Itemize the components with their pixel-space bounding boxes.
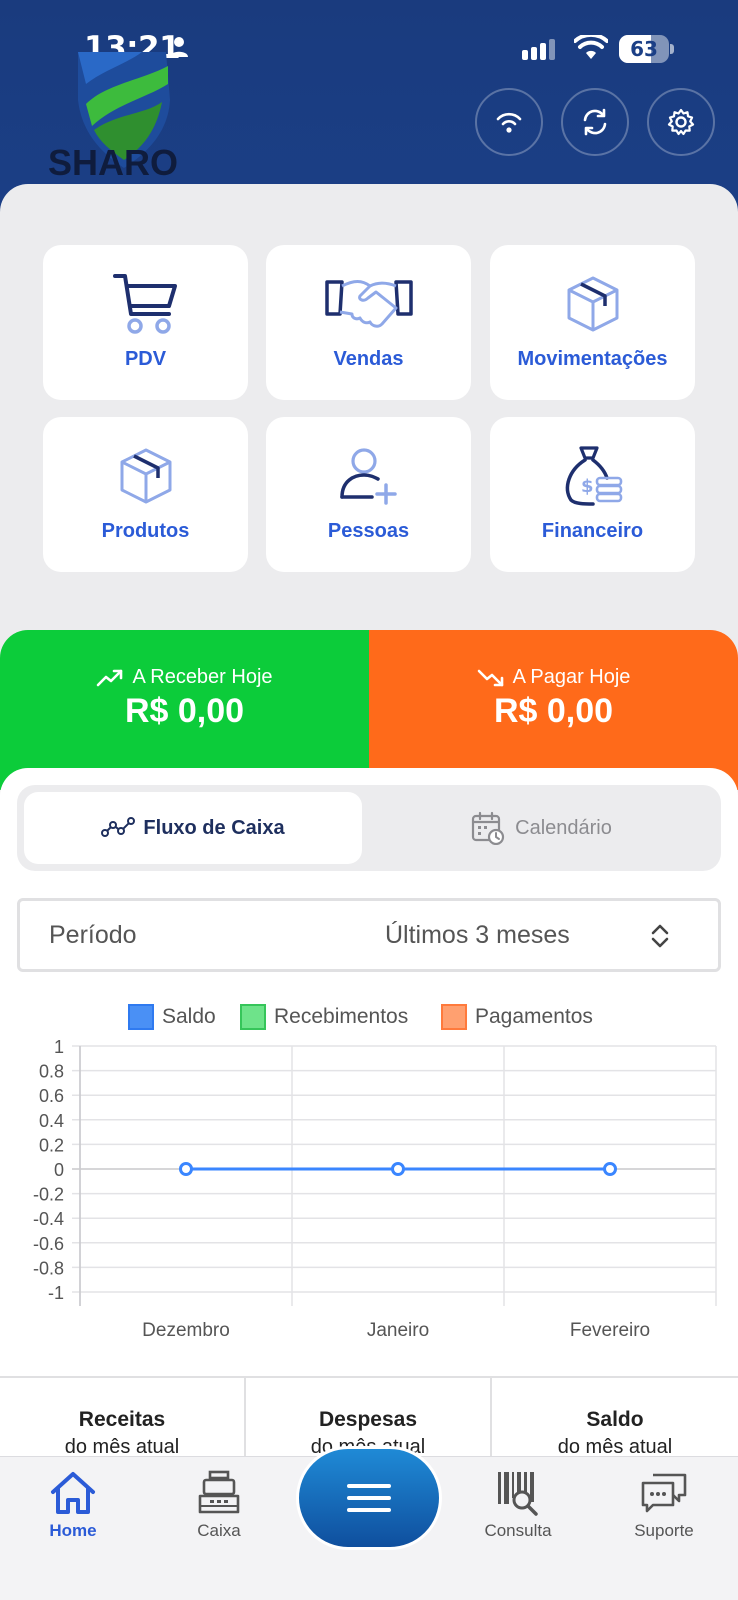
y-tick-label: 1	[54, 1037, 64, 1057]
package-icon	[120, 448, 171, 504]
barcode-search-icon	[498, 1472, 538, 1516]
stat-despesas-title: Despesas	[318, 1408, 418, 1431]
stat-saldo-title: Saldo	[586, 1408, 644, 1431]
stat-saldo[interactable]: Saldo do mês atual	[492, 1378, 738, 1458]
x-tick-label: Fevereiro	[570, 1320, 650, 1340]
chat-bubbles-icon	[641, 1473, 687, 1513]
financeiro-label: Financeiro	[541, 520, 644, 542]
pay-value: R$ 0,00	[493, 692, 614, 730]
tab-calendar[interactable]: Calendário	[369, 792, 714, 864]
wifi-icon	[496, 112, 522, 133]
tab-cashflow[interactable]: Fluxo de Caixa	[24, 792, 362, 864]
tab-cashflow-label: Fluxo de Caixa	[143, 816, 285, 839]
y-tick-label: -0.2	[33, 1185, 64, 1205]
shopping-cart-icon	[112, 274, 177, 334]
pessoas-tile[interactable]: Pessoas	[266, 417, 471, 572]
data-point	[179, 1162, 193, 1176]
money-bag-icon: $	[565, 446, 622, 506]
period-label: Período	[49, 921, 137, 949]
period-value: Últimos 3 meses	[385, 921, 570, 949]
add-person-icon	[339, 448, 397, 505]
nav-caixa[interactable]: Caixa	[164, 1467, 274, 1557]
vendas-tile[interactable]: Vendas	[266, 245, 471, 400]
receive-value: R$ 0,00	[124, 692, 245, 730]
monthly-stats: Receitas do mês atual Despesas do mês at…	[0, 1376, 738, 1458]
movimentacoes-tile[interactable]: Movimentações	[490, 245, 695, 400]
y-tick-label: -0.4	[33, 1209, 64, 1229]
receive-today-card[interactable]: A Receber Hoje R$ 0,00	[0, 630, 369, 790]
settings-button[interactable]	[647, 88, 715, 156]
tab-bar: Fluxo de Caixa Calendário	[17, 785, 721, 871]
receive-title: A Receber Hoje	[132, 666, 273, 688]
nav-consulta[interactable]: Consulta	[463, 1467, 573, 1557]
svg-text:$: $	[581, 476, 594, 497]
nav-suporte[interactable]: Suporte	[609, 1467, 719, 1557]
sync-icon	[583, 108, 607, 136]
hamburger-menu-icon	[347, 1484, 391, 1512]
pay-today-card[interactable]: A Pagar Hoje R$ 0,00	[369, 630, 738, 790]
pdv-tile[interactable]: PDV	[43, 245, 248, 400]
produtos-tile[interactable]: Produtos	[43, 417, 248, 572]
x-tick-label: Janeiro	[367, 1320, 429, 1340]
wifi-status-icon	[574, 35, 608, 59]
battery-level: 63	[630, 37, 658, 61]
movimentacoes-label: Movimentações	[517, 348, 668, 370]
gear-icon	[667, 108, 695, 136]
y-tick-label: -0.8	[33, 1258, 64, 1278]
menu-button[interactable]	[296, 1446, 442, 1550]
stat-receitas[interactable]: Receitas do mês atual	[0, 1378, 246, 1458]
box-icon	[567, 276, 618, 332]
calendar-icon	[472, 811, 505, 845]
nav-home[interactable]: Home	[18, 1467, 128, 1557]
handshake-icon	[324, 280, 413, 328]
x-tick-label: Dezembro	[142, 1320, 230, 1340]
logo-text: SHARO	[48, 142, 179, 183]
tab-calendar-label: Calendário	[515, 816, 612, 839]
nav-suporte-label: Suporte	[634, 1521, 694, 1540]
vendas-label: Vendas	[333, 348, 404, 370]
line-chart-icon	[101, 817, 136, 837]
pdv-label: PDV	[124, 348, 167, 370]
pay-title: A Pagar Hoje	[512, 666, 631, 688]
battery-indicator: 63	[619, 35, 674, 63]
y-tick-label: 0.2	[39, 1135, 64, 1155]
y-tick-label: -0.6	[33, 1234, 64, 1254]
cellular-signal-icon	[522, 39, 555, 60]
y-tick-label: 0	[54, 1160, 64, 1180]
sync-button[interactable]	[561, 88, 629, 156]
period-select[interactable]: Período Últimos 3 meses	[17, 898, 721, 972]
y-tick-label: 0.6	[39, 1086, 64, 1106]
nav-caixa-label: Caixa	[197, 1521, 241, 1540]
financeiro-tile[interactable]: $ Financeiro	[490, 417, 695, 572]
cashflow-chart: 1 0.8 0.6 0.4 0.2 0 -0.2 -0.4 -0.6 -0.8 -1 Dezembro…	[33, 1037, 717, 1340]
trending-up-icon	[97, 669, 123, 686]
nav-consulta-label: Consulta	[484, 1521, 552, 1540]
chevron-up-down-icon	[651, 924, 669, 948]
data-point	[603, 1162, 617, 1176]
nav-home-label: Home	[49, 1521, 97, 1540]
stat-receitas-title: Receitas	[78, 1408, 166, 1431]
home-icon	[51, 1472, 95, 1514]
cash-register-icon	[198, 1470, 240, 1514]
data-point	[391, 1162, 405, 1176]
pessoas-label: Pessoas	[327, 520, 410, 542]
trending-down-icon	[477, 669, 503, 686]
wifi-button[interactable]	[475, 88, 543, 156]
produtos-label: Produtos	[101, 520, 190, 542]
y-tick-label: 0.8	[39, 1062, 64, 1082]
y-tick-label: -1	[48, 1283, 64, 1303]
y-tick-label: 0.4	[39, 1111, 64, 1131]
